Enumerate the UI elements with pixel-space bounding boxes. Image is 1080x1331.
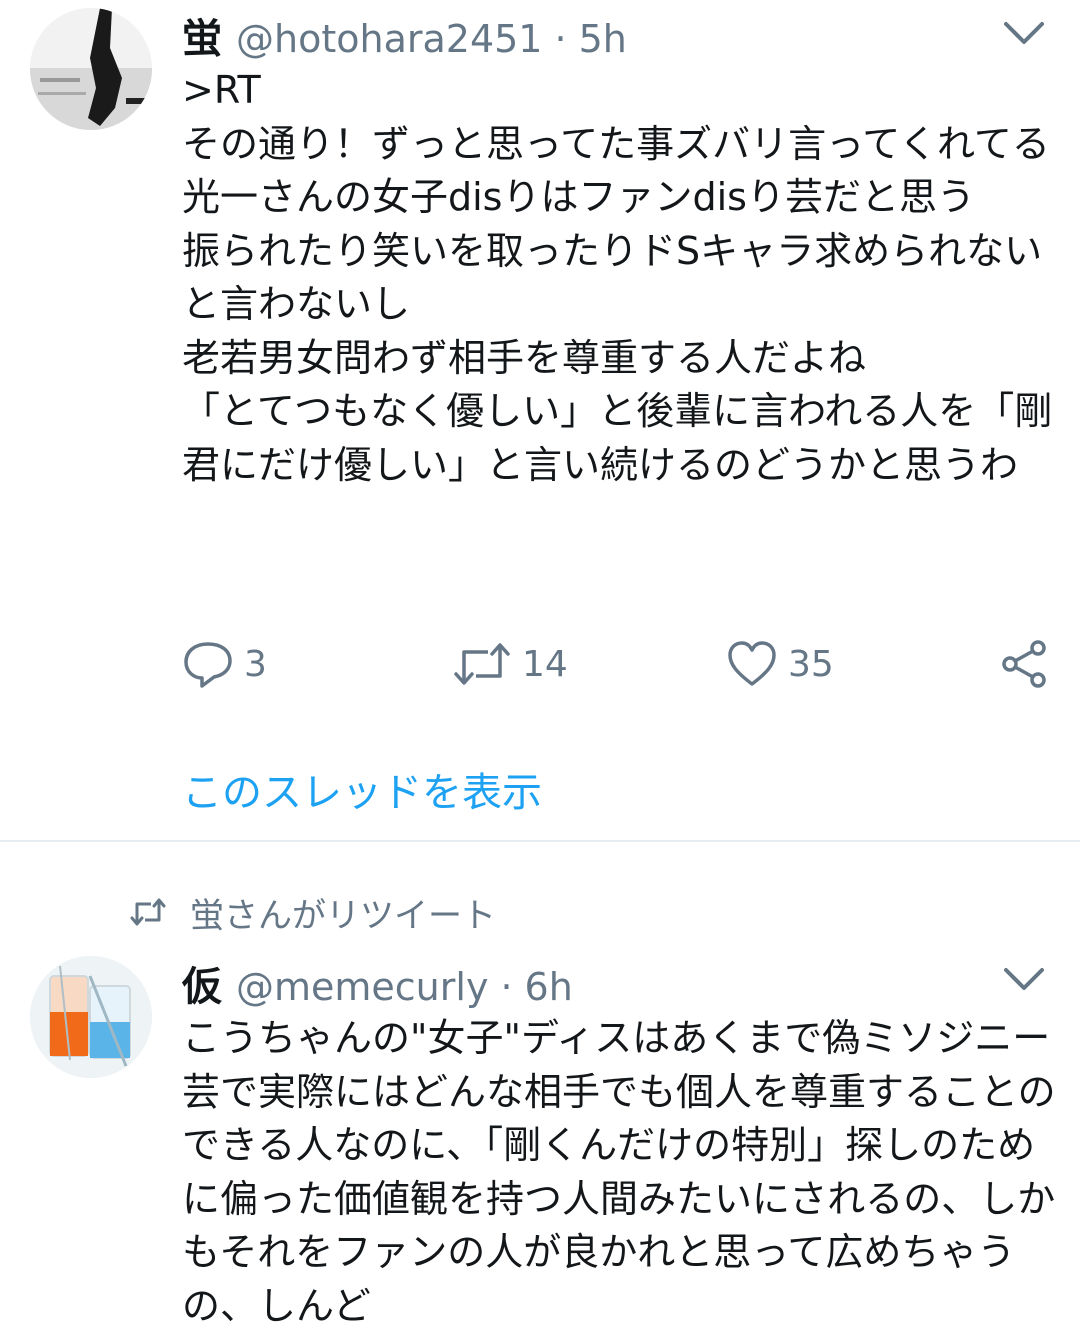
tweet-1[interactable]: 蛍 @hotohara2451 · 5h >RT その通り！ずっと思ってた事ズバ… [0, 0, 1080, 840]
like-button[interactable]: 35 [726, 634, 834, 694]
separator-dot: · [554, 17, 567, 61]
tweet-text: >RT その通り！ずっと思ってた事ズバリ言ってくれてる 光一さんの女子disりは… [182, 68, 1053, 487]
timestamp[interactable]: 6h [525, 965, 573, 1009]
chevron-down-icon[interactable] [1002, 964, 1046, 994]
separator-dot: · [500, 965, 513, 1009]
retweet-icon [454, 643, 510, 685]
tweet-actions: 3 14 35 [182, 634, 1062, 694]
tweet-header: 蛍 @hotohara2451 · 5h [182, 6, 627, 62]
timestamp[interactable]: 5h [579, 17, 627, 61]
retweet-icon [130, 898, 166, 926]
display-name[interactable]: 仮 [182, 954, 222, 1012]
reply-button[interactable]: 3 [182, 634, 267, 694]
heart-icon [728, 641, 776, 686]
reply-icon [184, 642, 232, 688]
user-handle[interactable]: @hotohara2451 [236, 17, 542, 61]
display-name[interactable]: 蛍 [182, 6, 222, 64]
show-thread-link[interactable]: このスレッドを表示 [182, 760, 542, 818]
retweet-context: 蛍さんがリツイート [130, 888, 496, 937]
avatar[interactable] [30, 956, 152, 1078]
user-handle[interactable]: @memecurly [236, 965, 488, 1009]
share-icon [1002, 640, 1046, 688]
like-count: 35 [788, 643, 834, 685]
retweet-count: 14 [522, 643, 568, 685]
tweet-header: 仮 @memecurly · 6h [182, 954, 573, 1010]
tweet-text: こうちゃんの"女子"ディスはあくまで偽ミソジニー芸で実際にはどんな相手でも個人を… [182, 1016, 1056, 1328]
share-button[interactable] [998, 634, 1050, 694]
chevron-down-icon[interactable] [1002, 18, 1046, 48]
timeline: 蛍 @hotohara2451 · 5h >RT その通り！ずっと思ってた事ズバ… [0, 0, 1080, 1331]
avatar[interactable] [30, 8, 152, 130]
retweet-button[interactable]: 14 [452, 634, 568, 694]
reply-count: 3 [244, 643, 267, 685]
retweet-context-label[interactable]: 蛍さんがリツイート [190, 888, 496, 937]
